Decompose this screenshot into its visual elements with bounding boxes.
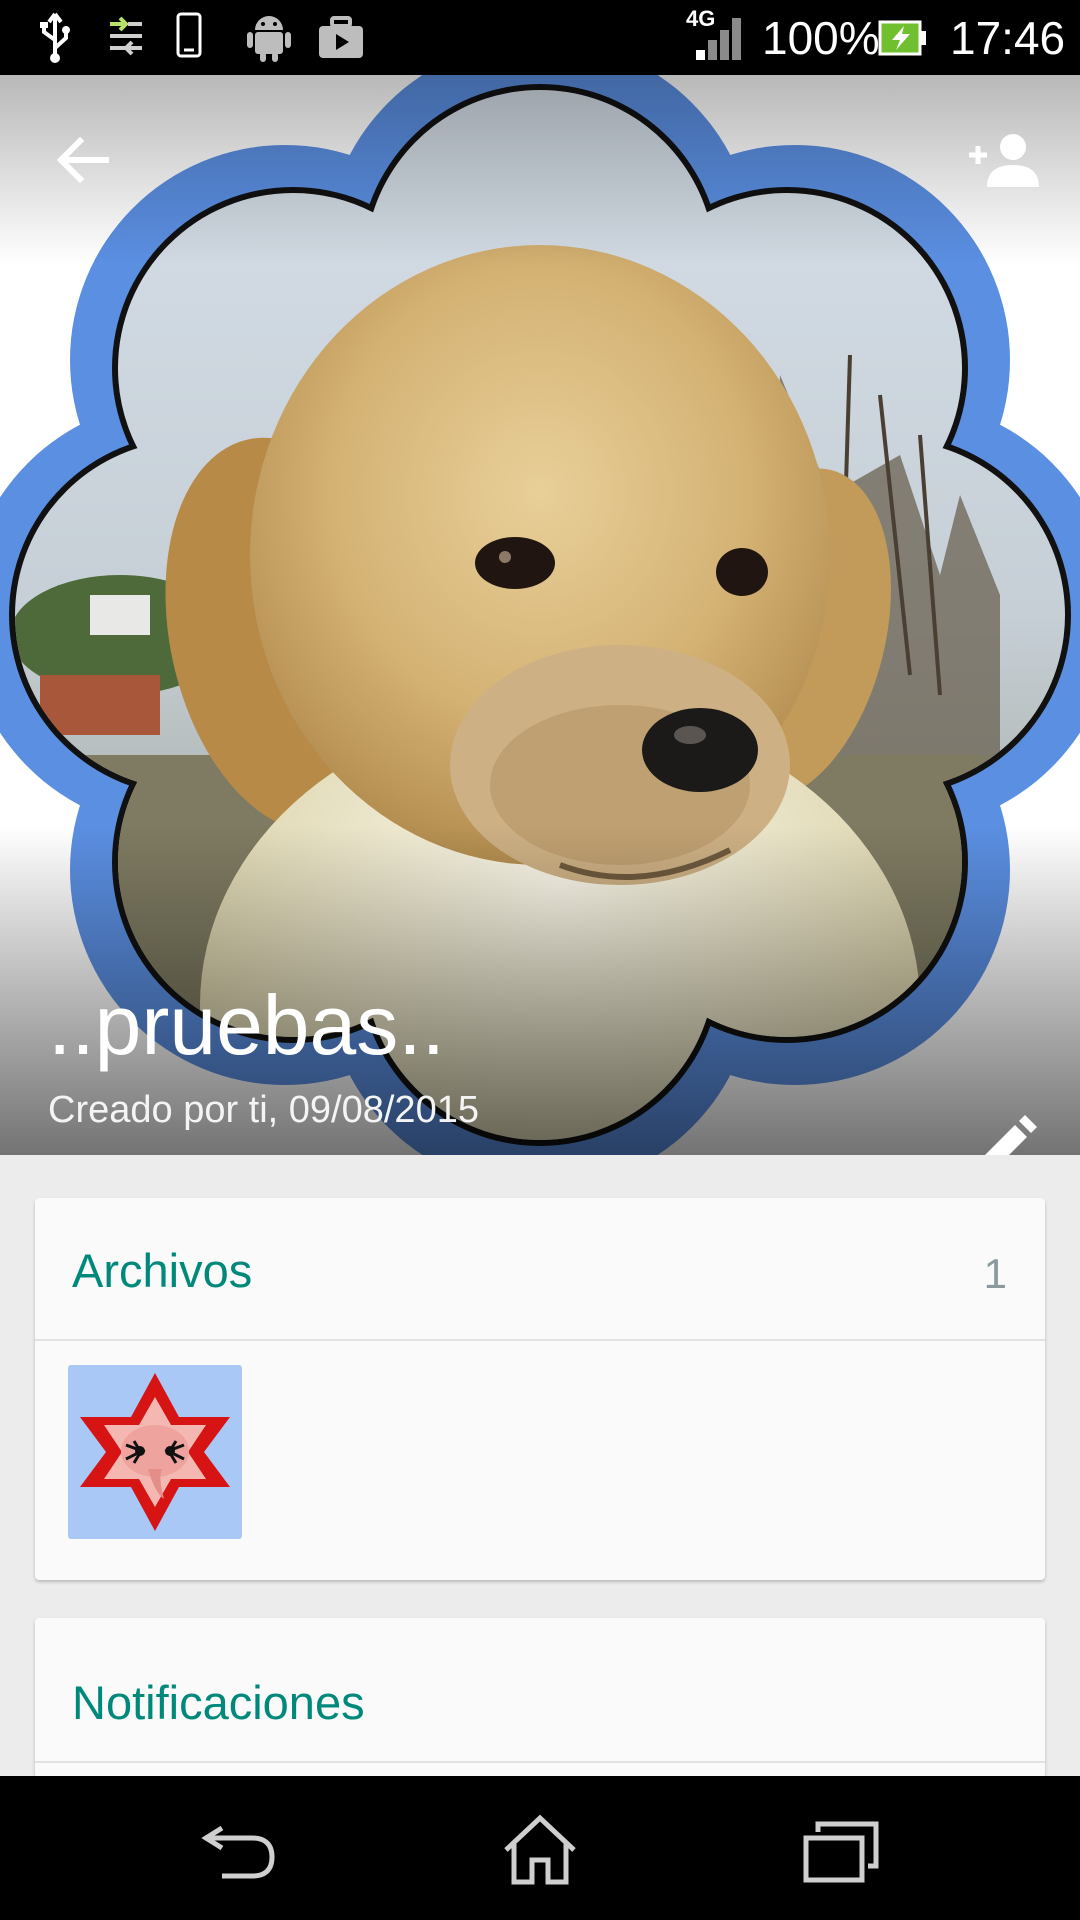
notifications-title: Notificaciones xyxy=(72,1676,365,1729)
notifications-card: Notificaciones xyxy=(35,1618,1045,1778)
files-card: Archivos 1 xyxy=(35,1198,1045,1580)
usb-icon xyxy=(40,12,70,63)
data-transfer-icon xyxy=(110,16,142,56)
home-icon[interactable] xyxy=(500,1814,580,1886)
arrow-back-icon[interactable] xyxy=(50,127,116,193)
group-name: ..pruebas.. xyxy=(48,978,445,1072)
signal-icon xyxy=(696,18,741,60)
briefcase-play-icon xyxy=(319,16,363,58)
group-photo-header[interactable]: ..pruebas.. Creado por ti, 09/08/2015 xyxy=(0,75,1080,1155)
file-thumbnail[interactable] xyxy=(68,1365,242,1539)
recent-apps-icon[interactable] xyxy=(802,1814,882,1886)
group-created-info: Creado por ti, 09/08/2015 xyxy=(48,1089,479,1131)
back-nav-icon[interactable] xyxy=(200,1814,280,1886)
files-card-header[interactable]: Archivos 1 xyxy=(35,1198,1045,1341)
phone-outline-icon xyxy=(176,12,202,58)
notifications-card-header[interactable]: Notificaciones xyxy=(35,1618,1045,1763)
navigation-bar xyxy=(0,1776,1080,1920)
battery-percent: 100% xyxy=(762,12,880,64)
top-gradient xyxy=(0,75,1080,265)
files-title: Archivos xyxy=(72,1244,253,1297)
battery-charging-icon xyxy=(878,20,926,56)
files-count: 1 xyxy=(983,1250,1007,1297)
add-person-icon[interactable] xyxy=(965,127,1043,193)
star-image-icon xyxy=(68,1365,242,1539)
status-bar: 4G 100% 17:46 xyxy=(0,0,1080,75)
clock: 17:46 xyxy=(950,12,1066,64)
pencil-icon[interactable] xyxy=(975,1115,1037,1155)
android-icon xyxy=(247,16,291,62)
